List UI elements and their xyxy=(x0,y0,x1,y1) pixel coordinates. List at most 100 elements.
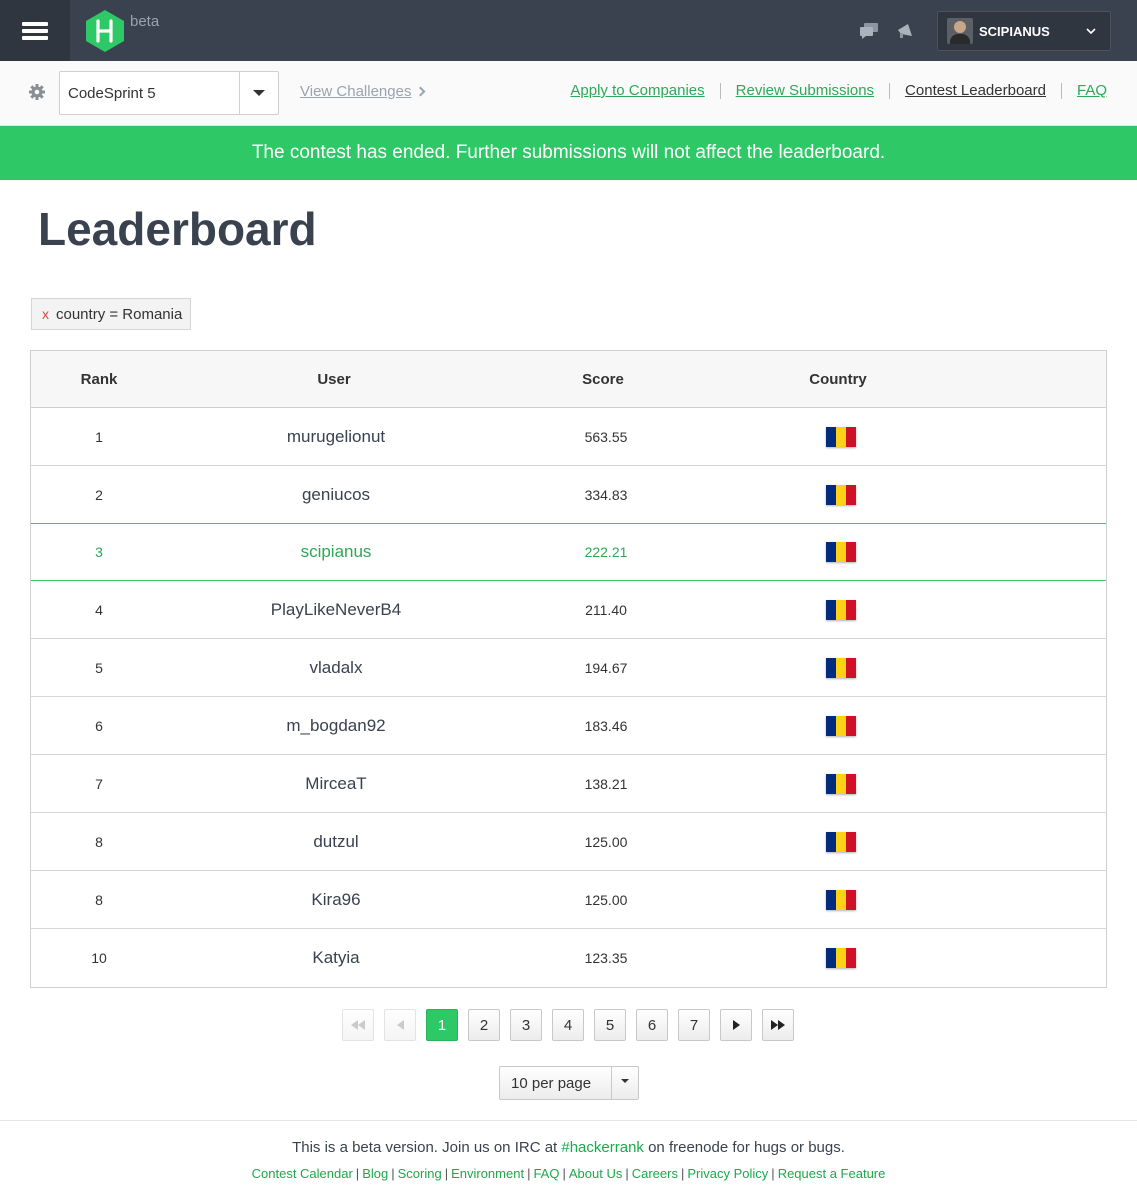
footer-message-start: This is a beta version. Join us on IRC a… xyxy=(292,1139,562,1156)
user-link[interactable]: murugelionut xyxy=(226,408,446,465)
romania-flag-icon xyxy=(826,831,856,852)
romania-flag-icon xyxy=(826,948,856,968)
country-cell xyxy=(771,581,911,638)
footer-message-end: on freenode for hugs or bugs. xyxy=(643,1139,845,1156)
user-link[interactable]: dutzul xyxy=(226,813,446,870)
double-chevron-right-icon xyxy=(771,1020,785,1030)
user-link[interactable]: scipianus xyxy=(226,524,446,580)
page-button-2[interactable]: 2 xyxy=(468,1009,500,1041)
country-cell xyxy=(771,871,911,928)
page-button-6[interactable]: 6 xyxy=(636,1009,668,1041)
column-header-rank[interactable]: Rank xyxy=(31,351,167,407)
chevron-left-icon xyxy=(396,1020,404,1030)
footer-link-separator: | xyxy=(527,1166,531,1181)
footer-links: Contest Calendar | Blog | Scoring | Environmen… xyxy=(0,1166,1137,1181)
column-header-score[interactable]: Score xyxy=(533,351,673,407)
footer-link-request-a-feature[interactable]: Request a Feature xyxy=(778,1166,886,1181)
leaderboard-table: Rank User Score Country 1 murugelionut 5 6 3… xyxy=(30,350,1107,988)
page-title: Leaderboard xyxy=(38,203,317,255)
table-row: 2 geniucos 334.83 xyxy=(31,466,1106,524)
table-row: 6 m_bogdan92 183.46 xyxy=(31,697,1106,755)
page-button-1[interactable]: 1 xyxy=(426,1009,458,1041)
rank-cell: 10 xyxy=(91,950,107,966)
footer-link-scoring[interactable]: Scoring xyxy=(398,1166,442,1181)
page-button-7[interactable]: 7 xyxy=(678,1009,710,1041)
table-row: 8 dutzul 125.00 xyxy=(31,813,1106,871)
footer-link-contest-calendar[interactable]: Contest Calendar xyxy=(252,1166,353,1181)
footer-link-blog[interactable]: Blog xyxy=(362,1166,388,1181)
score-cell: 194.67 xyxy=(584,659,628,676)
column-header-user[interactable]: User xyxy=(224,351,444,407)
table-body: 1 murugelionut 563.55 2 geniucos 334.83 3 scipi… xyxy=(31,408,1106,987)
remove-filter-button[interactable]: x xyxy=(42,306,49,322)
footer-link-careers[interactable]: Careers xyxy=(632,1166,678,1181)
contest-select[interactable]: CodeSprint 5 xyxy=(59,71,279,115)
per-page-select[interactable]: 10 per page xyxy=(499,1066,639,1100)
rank-cell: 6 xyxy=(95,717,103,734)
page-button-4[interactable]: 4 xyxy=(552,1009,584,1041)
user-link[interactable]: m_bogdan92 xyxy=(226,697,446,754)
table-row: 7 MirceaT 138.21 xyxy=(31,755,1106,813)
footer: This is a beta version. Join us on IRC a… xyxy=(0,1120,1137,1199)
country-cell xyxy=(771,524,911,580)
irc-channel-link[interactable]: #hackerrank xyxy=(561,1139,644,1156)
rank-cell: 3 xyxy=(95,544,103,560)
prev-page-button[interactable] xyxy=(384,1009,416,1041)
rank-cell: 8 xyxy=(95,833,103,850)
footer-link-privacy-policy[interactable]: Privacy Policy xyxy=(687,1166,768,1181)
table-row: 5 vladalx 194.67 xyxy=(31,639,1106,697)
footer-link-about-us[interactable]: About Us xyxy=(569,1166,622,1181)
review-submissions-link[interactable]: Review Submissions xyxy=(736,82,874,99)
user-name: SCIPIANUS xyxy=(979,23,1050,39)
rank-cell: 7 xyxy=(95,775,103,792)
contest-leaderboard-link[interactable]: Contest Leaderboard xyxy=(905,82,1046,99)
romania-flag-icon xyxy=(826,715,856,736)
last-page-button[interactable] xyxy=(762,1009,794,1041)
country-cell xyxy=(771,755,911,812)
contest-ended-banner: The contest has ended. Further submissio… xyxy=(0,126,1137,180)
user-link[interactable]: geniucos xyxy=(226,466,446,523)
country-cell xyxy=(771,408,911,465)
footer-link-faq[interactable]: FAQ xyxy=(533,1166,559,1181)
user-menu-dropdown[interactable]: SCIPIANUS xyxy=(937,11,1111,51)
column-header-country[interactable]: Country xyxy=(768,351,908,407)
romania-flag-icon xyxy=(826,773,856,794)
page-button-3[interactable]: 3 xyxy=(510,1009,542,1041)
footer-link-environment[interactable]: Environment xyxy=(451,1166,524,1181)
next-page-button[interactable] xyxy=(720,1009,752,1041)
table-row: 8 Kira96 125.00 xyxy=(31,871,1106,929)
footer-link-separator: | xyxy=(391,1166,395,1181)
hackerrank-logo[interactable] xyxy=(84,9,126,53)
view-challenges-link[interactable]: View Challenges xyxy=(300,83,426,100)
user-link[interactable]: Kira96 xyxy=(226,871,446,928)
romania-flag-icon xyxy=(826,657,856,678)
faq-link[interactable]: FAQ xyxy=(1077,82,1107,99)
rank-cell: 5 xyxy=(95,659,103,676)
chat-bubbles-icon[interactable] xyxy=(859,22,879,40)
filter-text: country = Romania xyxy=(56,305,183,323)
page-number-list: 1234567 xyxy=(426,1009,720,1041)
chevron-right-icon xyxy=(732,1020,740,1030)
user-link[interactable]: MirceaT xyxy=(226,755,446,812)
filter-chip: x country = Romania xyxy=(31,298,192,330)
score-cell: 125.00 xyxy=(584,891,628,908)
caret-down-icon xyxy=(253,90,265,96)
rank-cell: 1 xyxy=(95,428,103,445)
user-link[interactable]: Katyia xyxy=(226,929,446,987)
first-page-button[interactable] xyxy=(342,1009,374,1041)
table-row-current-user: 3 scipianus 222.21 xyxy=(31,523,1106,581)
page-button-5[interactable]: 5 xyxy=(594,1009,626,1041)
country-cell xyxy=(771,813,911,870)
apply-to-companies-link[interactable]: Apply to Companies xyxy=(570,82,704,99)
contest-select-toggle[interactable] xyxy=(239,72,278,114)
contest-nav-links: Apply to Companies Review Submissions Co… xyxy=(570,82,1107,99)
hamburger-menu-button[interactable] xyxy=(0,0,70,61)
user-link[interactable]: vladalx xyxy=(226,639,446,696)
top-navbar: beta SCIPIANUS xyxy=(0,0,1137,61)
per-page-toggle[interactable] xyxy=(611,1067,638,1099)
megaphone-icon[interactable] xyxy=(896,22,916,40)
chevron-right-icon xyxy=(416,86,426,97)
score-cell: 183.46 xyxy=(584,717,628,734)
gear-icon[interactable] xyxy=(28,83,46,101)
user-link[interactable]: PlayLikeNeverB4 xyxy=(226,581,446,638)
